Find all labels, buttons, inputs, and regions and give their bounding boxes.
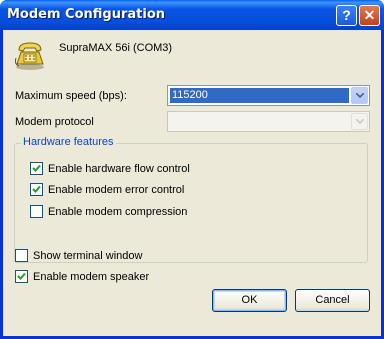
help-button[interactable]: ? — [336, 5, 357, 26]
modem-error-control-label: Enable modem error control — [48, 183, 185, 196]
max-speed-select[interactable]: 115200 — [167, 85, 370, 106]
show-terminal-window-label: Show terminal window — [33, 249, 143, 262]
chevron-down-icon — [351, 113, 368, 130]
modem-protocol-label: Modem protocol — [15, 116, 94, 128]
modem-protocol-select[interactable] — [167, 111, 370, 132]
dialog-body: SupraMAX 56i (COM3) Maximum speed (bps):… — [3, 30, 381, 336]
checkbox-box[interactable] — [30, 205, 43, 218]
modem-speaker-checkbox[interactable]: Enable modem speaker — [15, 270, 149, 283]
checkbox-box[interactable] — [15, 249, 28, 262]
hardware-features-group — [14, 143, 368, 263]
device-name: SupraMAX 56i (COM3) — [59, 42, 173, 54]
modem-speaker-label: Enable modem speaker — [33, 270, 150, 283]
close-button[interactable]: ✕ — [359, 5, 380, 26]
dialog-window: Modem Configuration ? ✕ SupraMAX 56i (CO… — [0, 0, 384, 339]
hardware-features-title: Hardware features — [21, 136, 116, 148]
max-speed-value: 115200 — [170, 88, 349, 103]
modem-compression-label: Enable modem compression — [48, 205, 188, 218]
show-terminal-window-checkbox[interactable]: Show terminal window — [15, 249, 142, 262]
ok-button[interactable]: OK — [212, 289, 287, 312]
max-speed-label: Maximum speed (bps): — [15, 90, 127, 102]
checkbox-box[interactable] — [15, 270, 28, 283]
hardware-flow-control-label: Enable hardware flow control — [48, 162, 190, 175]
modem-phone-icon — [14, 42, 44, 70]
title-bar[interactable]: Modem Configuration ? ✕ — [0, 0, 384, 30]
checkbox-box[interactable] — [30, 183, 43, 196]
hardware-flow-control-checkbox[interactable]: Enable hardware flow control — [30, 162, 190, 175]
cancel-button[interactable]: Cancel — [295, 289, 370, 312]
chevron-down-icon[interactable] — [351, 87, 368, 104]
window-title: Modem Configuration — [7, 7, 166, 22]
modem-error-control-checkbox[interactable]: Enable modem error control — [30, 183, 184, 196]
modem-compression-checkbox[interactable]: Enable modem compression — [30, 205, 187, 218]
checkbox-box[interactable] — [30, 162, 43, 175]
